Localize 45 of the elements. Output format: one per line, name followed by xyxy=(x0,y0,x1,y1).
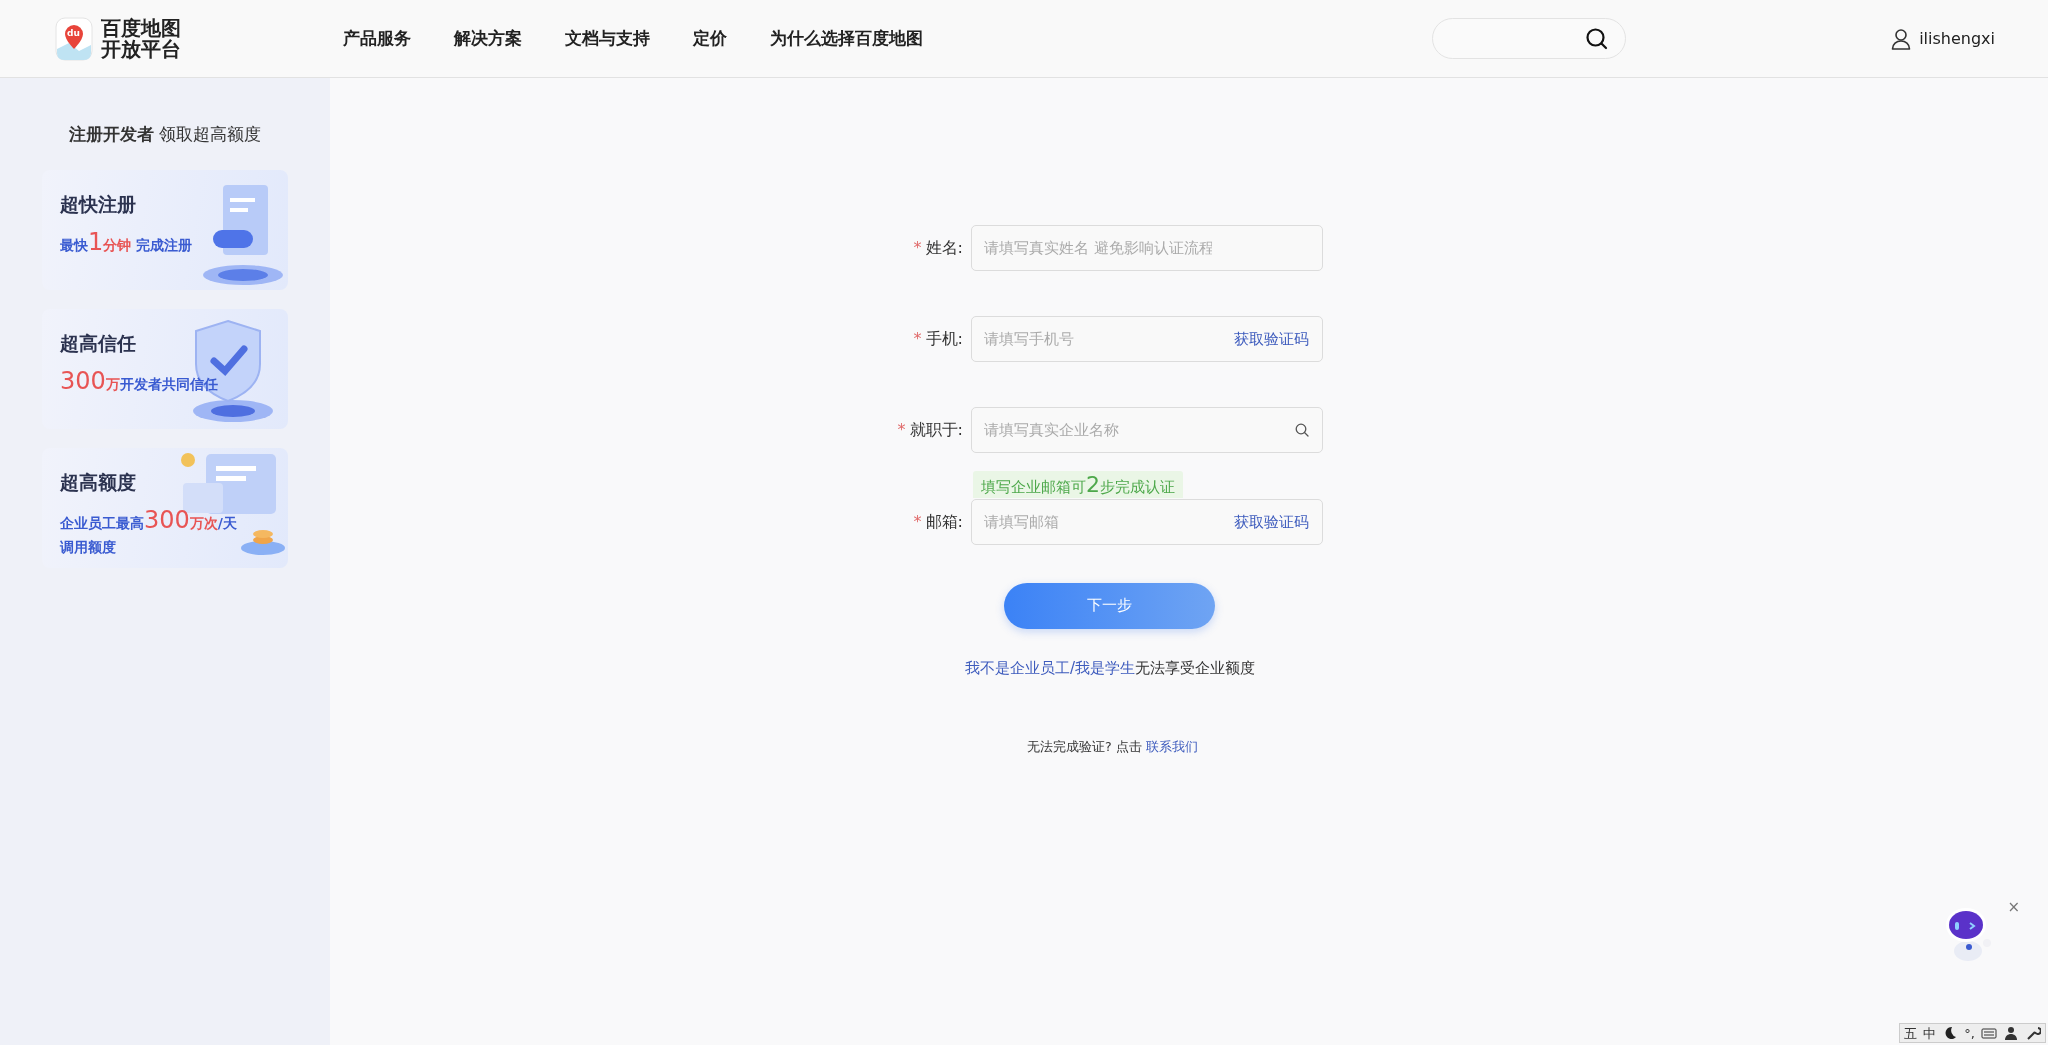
card-text: 最快1分钟 完成注册 xyxy=(60,230,194,257)
card-text: 300万开发者共同信任 xyxy=(60,369,219,396)
required-mark: * xyxy=(897,420,906,439)
nav-link[interactable]: 文档与支持 xyxy=(565,25,650,52)
logo-text: 开放平台 xyxy=(101,38,181,60)
ime-button[interactable]: 中 xyxy=(1923,1026,1937,1040)
search-icon xyxy=(1295,423,1309,437)
search-icon xyxy=(1585,26,1610,51)
input-field[interactable]: 请填写真实企业名称 xyxy=(971,407,1323,453)
field-label: * 邮箱: xyxy=(912,510,964,533)
logo-text: 百度地图 xyxy=(101,17,181,39)
field-label: * 就职于: xyxy=(896,419,964,441)
ime-button[interactable]: °, xyxy=(1964,1026,1975,1040)
nav-link[interactable]: 产品服务 xyxy=(343,25,411,52)
required-mark: * xyxy=(913,511,922,531)
nav-link[interactable]: 为什么选择百度地图 xyxy=(770,25,923,52)
card-heading: 超高信任 xyxy=(60,330,137,356)
notice-text: 我不是企业员工/我是学生无法享受企业额度 xyxy=(965,657,1257,679)
student-link[interactable]: 我不是企业员工/我是学生 xyxy=(965,658,1136,677)
nav-link[interactable]: 解决方案 xyxy=(454,25,522,52)
search-field[interactable] xyxy=(1432,18,1627,59)
ime-button[interactable]: 五 xyxy=(1904,1026,1918,1040)
required-mark: * xyxy=(913,238,922,257)
required-mark: * xyxy=(913,329,922,348)
map-pin-logo-icon[interactable]: du xyxy=(55,16,93,61)
contact-link[interactable]: 联系我们 xyxy=(1145,739,1198,754)
card-text: 调用额度 xyxy=(60,538,117,557)
close-button[interactable]: × xyxy=(2007,900,2020,915)
keyboard-icon[interactable] xyxy=(1981,1025,1997,1041)
card-text: 企业员工最高300万次/天 xyxy=(60,508,238,535)
help-text: 无法完成验证? 点击 联系我们 xyxy=(1027,738,1199,756)
person-icon[interactable] xyxy=(2003,1025,2019,1041)
card-heading: 超高额度 xyxy=(60,469,137,495)
card-heading: 超快注册 xyxy=(60,191,137,217)
username[interactable]: ilishengxi xyxy=(1919,26,1995,51)
field-label: * 姓名: xyxy=(912,237,964,259)
get-code-button[interactable]: 获取验证码 xyxy=(1234,328,1309,350)
logo-badge-text: du xyxy=(67,26,80,40)
get-code-button[interactable]: 获取验证码 xyxy=(1234,510,1309,533)
nav-link[interactable]: 定价 xyxy=(693,25,727,52)
wrench-icon[interactable] xyxy=(2025,1025,2041,1041)
field-label: * 手机: xyxy=(912,328,964,350)
hint-tag: 填写企业邮箱可2步完成认证 xyxy=(973,471,1183,498)
user-icon xyxy=(1891,27,1912,50)
sidebar-title: 注册开发者 领取超高额度 xyxy=(67,123,263,146)
